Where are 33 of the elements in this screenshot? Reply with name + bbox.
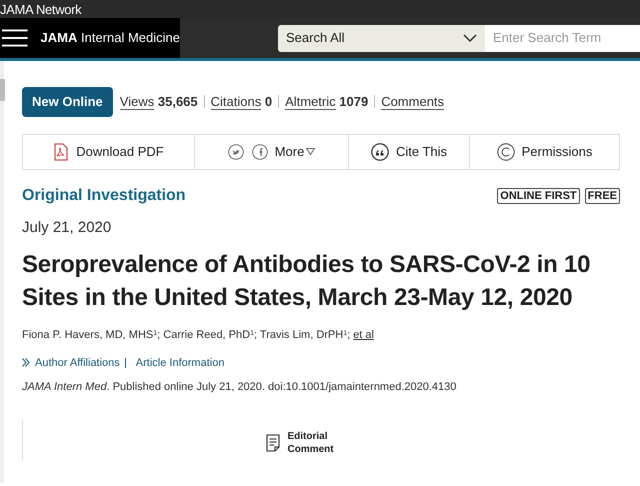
metric-link[interactable]: Altmetric 1079 <box>285 92 368 112</box>
action-link[interactable]: Permissions <box>522 142 592 162</box>
new-online-badge: New Online <box>22 87 113 116</box>
article-tag: FREE <box>584 188 620 204</box>
double-chevron-icon <box>22 358 30 368</box>
citation-line: JAMA Intern Med. Published online July 21, 2020. doi:10.1001/jamainternmed.2020.4130 <box>22 380 458 395</box>
et-al-link[interactable]: et al <box>353 327 374 344</box>
quote-icon <box>370 142 389 160</box>
article-tag: ONLINE FIRST <box>497 188 580 204</box>
letter-f-icon[interactable] <box>252 144 268 160</box>
copyright-icon <box>496 142 515 160</box>
action-link[interactable]: Cite This <box>396 142 448 162</box>
metric-link[interactable]: Citations 0 <box>210 92 272 112</box>
more-menu[interactable]: More <box>274 142 316 162</box>
metric-link[interactable]: Comments <box>381 92 444 112</box>
search-field[interactable]: Enter Search Term <box>485 24 640 52</box>
action-link[interactable]: Download PDF <box>76 142 164 162</box>
menu-icon[interactable] <box>2 28 29 48</box>
pdf-file-icon <box>53 142 70 160</box>
info-link[interactable]: Author Affiliations <box>35 354 120 371</box>
network-brand[interactable]: JAMA Network <box>0 2 82 16</box>
metric-link[interactable]: Views 35,665 <box>120 92 198 112</box>
triangle-down-icon <box>306 148 316 155</box>
author-list: Fiona P. Havers, MD, MHS$^{1}$; Carrie Reed, PhD$^{1}$; Travis Lim, DrPH$^{1}$; <box>22 327 350 344</box>
chevron-down-icon <box>463 34 477 42</box>
info-link[interactable]: Article Information <box>136 354 224 371</box>
editorial-comment-link[interactable]: Editorial Comment <box>288 430 338 456</box>
article-title: Seroprevalence of Antibodies to SARS-CoV-2 in 10 Sites in the United States, March 23-May 12, 2020 <box>22 250 592 313</box>
document-icon <box>266 434 280 452</box>
search-scope-select[interactable]: Search All <box>278 24 485 52</box>
publish-date: July 21, 2020 <box>22 218 112 238</box>
bird-icon[interactable] <box>228 144 244 160</box>
article-type-link[interactable]: Original Investigation <box>22 184 186 208</box>
